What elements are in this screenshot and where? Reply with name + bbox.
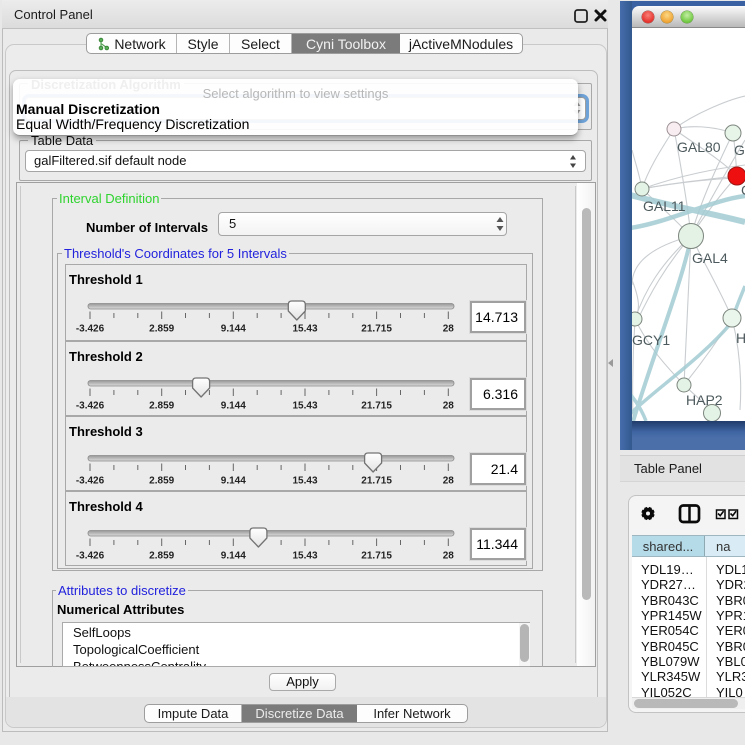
svg-text:15.43: 15.43 [292,476,317,487]
svg-text:-3.426: -3.426 [76,551,105,562]
svg-text:28: 28 [443,324,455,335]
svg-text:G.: G. [734,142,745,158]
svg-text:28: 28 [443,551,455,562]
svg-text:15.43: 15.43 [292,324,317,335]
svg-text:15.43: 15.43 [292,401,317,412]
svg-text:GCY1: GCY1 [632,332,670,348]
svg-text:GAL80: GAL80 [677,139,721,155]
svg-text:9.144: 9.144 [221,551,246,562]
svg-text:-3.426: -3.426 [76,401,105,412]
svg-text:15.43: 15.43 [292,551,317,562]
svg-text:9.144: 9.144 [221,401,246,412]
svg-text:21.715: 21.715 [361,324,392,335]
svg-text:21.715: 21.715 [361,551,392,562]
svg-text:2.859: 2.859 [149,476,174,487]
svg-text:28: 28 [443,401,455,412]
svg-text:GAL4: GAL4 [692,250,728,266]
svg-text:9.144: 9.144 [221,324,246,335]
svg-text:2.859: 2.859 [149,401,174,412]
svg-text:2.859: 2.859 [149,324,174,335]
svg-text:GAL11: GAL11 [643,198,686,214]
svg-text:HAP2: HAP2 [686,392,723,408]
svg-text:2.859: 2.859 [149,551,174,562]
svg-text:H: H [736,330,745,346]
svg-text:28: 28 [443,476,455,487]
svg-text:21.715: 21.715 [361,401,392,412]
svg-text:-3.426: -3.426 [76,476,105,487]
svg-text:9.144: 9.144 [221,476,246,487]
svg-text:-3.426: -3.426 [76,324,105,335]
svg-text:21.715: 21.715 [361,476,392,487]
svg-text:C: C [741,182,745,198]
